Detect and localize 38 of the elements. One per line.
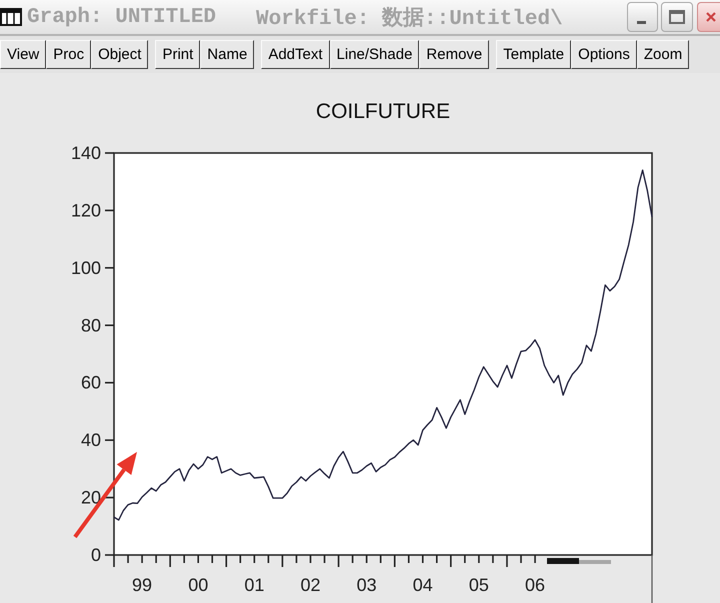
toolbar-button[interactable]: Zoom [636, 40, 690, 69]
y-tick-label: 100 [70, 258, 101, 278]
x-tick-label: 03 [356, 575, 377, 595]
y-tick-label: 120 [70, 200, 101, 220]
maximize-button[interactable] [661, 2, 693, 32]
minimize-button[interactable] [627, 2, 658, 32]
toolbar-button[interactable]: Object [91, 40, 148, 69]
x-tick-label: 04 [412, 575, 433, 595]
toolbar-button[interactable]: Template [496, 40, 572, 69]
y-tick-label: 80 [80, 315, 101, 336]
window-icon [0, 8, 22, 26]
x-tick-label: 99 [132, 575, 152, 595]
y-tick-label: 60 [80, 372, 101, 393]
toolbar-button[interactable]: Print [155, 40, 200, 69]
y-tick-label: 140 [70, 143, 101, 163]
x-tick-label: 00 [188, 575, 208, 595]
x-tick-label: 05 [468, 575, 489, 595]
y-tick-label: 20 [80, 488, 101, 508]
toolbar-button[interactable]: Line/Shade [330, 40, 420, 69]
workfile-title: Workfile: 数据::Untitled\ [256, 6, 563, 31]
toolbar-button[interactable]: Remove [419, 40, 490, 69]
toolbar-button[interactable]: Proc [46, 40, 92, 69]
maximize-icon [669, 10, 685, 24]
close-button[interactable] [697, 2, 720, 32]
window-title: Graph: UNTITLED [27, 6, 216, 28]
x-tick-label: 02 [300, 575, 320, 595]
x-tick-label: 06 [525, 575, 546, 595]
y-tick-label: 40 [80, 430, 101, 450]
toolbar-button[interactable]: Options [571, 40, 637, 69]
minimize-icon [637, 21, 646, 24]
rendering-artifact [547, 558, 611, 564]
toolbar-button[interactable]: Name [200, 40, 254, 69]
x-tick-label: 01 [244, 575, 264, 595]
y-tick-label: 0 [90, 545, 101, 565]
toolbar-button[interactable]: AddText [261, 40, 330, 69]
toolbar-button[interactable]: View [0, 40, 46, 69]
chart-title: COILFUTURE [316, 100, 450, 123]
close-icon [706, 12, 716, 22]
